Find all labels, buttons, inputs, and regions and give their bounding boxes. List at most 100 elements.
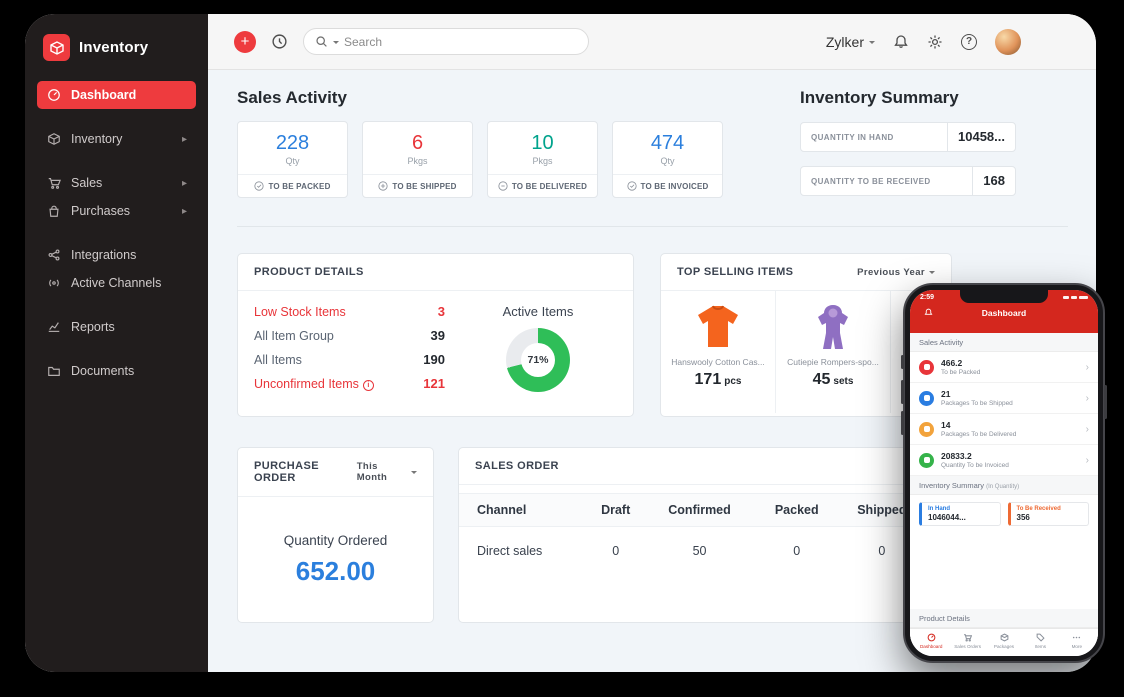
all-item-group-link[interactable]: All Item Group — [254, 329, 334, 343]
chevron-down-icon — [929, 271, 935, 277]
chevron-right-icon — [1086, 455, 1089, 466]
box-icon — [48, 133, 60, 145]
sidebar-item-label: Purchases — [71, 204, 131, 218]
shipped-icon — [919, 390, 934, 406]
search-scope-caret-icon[interactable] — [333, 40, 339, 47]
cell-packed: 0 — [793, 544, 801, 558]
phone-card-label: To Be Received — [1016, 506, 1061, 512]
chevron-right-icon — [182, 178, 187, 189]
sidebar-item-sales[interactable]: Sales — [37, 169, 196, 197]
org-switcher[interactable]: Zylker — [826, 34, 875, 50]
cell-channel: Direct sales — [477, 544, 543, 558]
phone-power-button — [1104, 385, 1107, 419]
phone-sales-activity-label: Sales Activity — [910, 333, 1098, 352]
phone-tab-more[interactable]: More — [1059, 633, 1095, 649]
phone-bell-icon[interactable] — [924, 308, 933, 317]
top-selling-item[interactable]: Cutiepie Rompers-spo... 45 sets — [776, 291, 891, 413]
low-stock-items-link[interactable]: Low Stock Items — [254, 305, 346, 319]
donut-percent: 71% — [527, 354, 549, 366]
phone-row-to-be-packed[interactable]: 466.2 To be Packed — [910, 352, 1098, 383]
packed-icon — [919, 359, 934, 375]
sidebar-item-documents[interactable]: Documents — [37, 357, 196, 385]
phone-volume-down-button — [901, 411, 904, 435]
more-dots-icon — [1073, 636, 1081, 639]
quantity-ordered-value: 652.00 — [295, 556, 376, 586]
unconfirmed-items-row: Unconfirmed Items 121 — [254, 376, 445, 391]
inventory-logo-icon — [43, 34, 70, 61]
sidebar-item-purchases[interactable]: Purchases — [37, 197, 196, 225]
sidebar-item-active-channels[interactable]: Active Channels — [37, 269, 196, 297]
top-selling-title: TOP SELLING ITEMS — [677, 266, 794, 278]
phone-tab-bar: Dashboard Sales Orders Packages Items Mo… — [910, 628, 1098, 656]
settings-gear-icon[interactable] — [927, 34, 943, 50]
chevron-right-icon — [182, 134, 187, 145]
card-label: TO BE SHIPPED — [392, 181, 457, 191]
all-items-link[interactable]: All Items — [254, 353, 302, 367]
phone-notch — [960, 290, 1048, 303]
row-value: 3 — [437, 304, 445, 319]
phone-tab-dashboard[interactable]: Dashboard — [913, 633, 949, 649]
info-icon[interactable] — [362, 379, 374, 391]
product-details-card: PRODUCT DETAILS Low Stock Items 3 All It… — [237, 253, 634, 417]
phone-tab-packages[interactable]: Packages — [986, 633, 1022, 649]
product-qty: 171 pcs — [694, 371, 742, 388]
top-selling-filter-dropdown[interactable]: Previous Year — [857, 267, 935, 278]
phone-body: Sales Activity 466.2 To be Packed 21 Pac… — [910, 333, 1098, 656]
invoiced-icon — [919, 452, 934, 468]
to-be-shipped-card[interactable]: 6 Pkgs TO BE SHIPPED — [362, 121, 473, 198]
top-selling-item[interactable]: Hanswooly Cotton Cas... 171 pcs — [661, 291, 776, 413]
sidebar-item-reports[interactable]: Reports — [37, 313, 196, 341]
product-qty: 45 sets — [812, 371, 854, 388]
phone-row-to-be-delivered[interactable]: 14 Packages To be Delivered — [910, 414, 1098, 445]
user-avatar[interactable] — [995, 28, 1021, 55]
recent-history-icon[interactable] — [271, 33, 288, 50]
chevron-right-icon — [1086, 393, 1089, 404]
sidebar-item-label: Inventory — [71, 132, 123, 146]
search-box[interactable] — [303, 28, 589, 55]
card-value: 228 — [275, 132, 310, 154]
row-value: 190 — [423, 352, 445, 367]
purchase-order-title: PURCHASE ORDER — [254, 460, 319, 484]
org-name: Zylker — [825, 33, 864, 50]
phone-row-to-be-shipped[interactable]: 21 Packages To be Shipped — [910, 383, 1098, 414]
quantity-to-be-received-card: QUANTITY TO BE RECEIVED 168 — [800, 166, 1016, 196]
col-packed: Packed — [756, 493, 837, 527]
to-be-delivered-card[interactable]: 10 Pkgs TO BE DELIVERED — [487, 121, 598, 198]
sidebar-item-inventory[interactable]: Inventory — [37, 125, 196, 153]
phone-row-to-be-invoiced[interactable]: 20833.2 Quantity To be Invoiced — [910, 445, 1098, 476]
bag-icon — [49, 205, 59, 217]
search-input[interactable] — [344, 34, 577, 49]
sidebar-item-dashboard[interactable]: Dashboard — [37, 81, 196, 109]
all-items-row: All Items 190 — [254, 352, 445, 367]
phone-tab-sales-orders[interactable]: Sales Orders — [949, 633, 985, 649]
notifications-bell-icon[interactable] — [893, 34, 909, 50]
search-icon — [316, 36, 327, 47]
phone-app-header: 2:59 Dashboard — [910, 290, 1098, 333]
unconfirmed-items-link[interactable]: Unconfirmed Items — [254, 377, 374, 391]
phone-product-details-label: Product Details — [910, 609, 1098, 628]
chevron-right-icon — [1086, 362, 1089, 373]
active-items-label: Active Items — [502, 304, 574, 319]
to-be-packed-card[interactable]: 228 Qty TO BE PACKED — [237, 121, 348, 198]
help-icon[interactable] — [961, 33, 977, 50]
to-be-invoiced-card[interactable]: 474 Qty TO BE INVOICED — [612, 121, 723, 198]
chevron-right-icon — [1086, 424, 1089, 435]
phone-tab-items[interactable]: Items — [1022, 633, 1058, 649]
sidebar-item-integrations[interactable]: Integrations — [37, 241, 196, 269]
phone-row-label: To be Packed — [941, 369, 981, 376]
phone-mute-switch — [901, 355, 904, 369]
card-value: 10 — [531, 132, 554, 154]
card-unit: Pkgs — [532, 156, 553, 166]
cell-draft: 0 — [612, 544, 620, 558]
phone-clock: 2:59 — [920, 294, 935, 301]
table-row[interactable]: Direct sales 0 50 0 0 — [459, 527, 927, 576]
phone-row-value: 21 — [941, 389, 951, 399]
add-new-button[interactable] — [234, 30, 256, 53]
cart-icon — [964, 634, 973, 642]
purchase-order-filter-dropdown[interactable]: This Month — [357, 461, 417, 483]
sidebar-item-label: Sales — [71, 176, 103, 190]
phone-row-label: Packages To be Delivered — [941, 431, 1017, 438]
sales-activity-title: Sales Activity — [237, 88, 347, 107]
phone-row-label: Quantity To be Invoiced — [941, 462, 1009, 469]
phone-volume-up-button — [901, 380, 904, 404]
